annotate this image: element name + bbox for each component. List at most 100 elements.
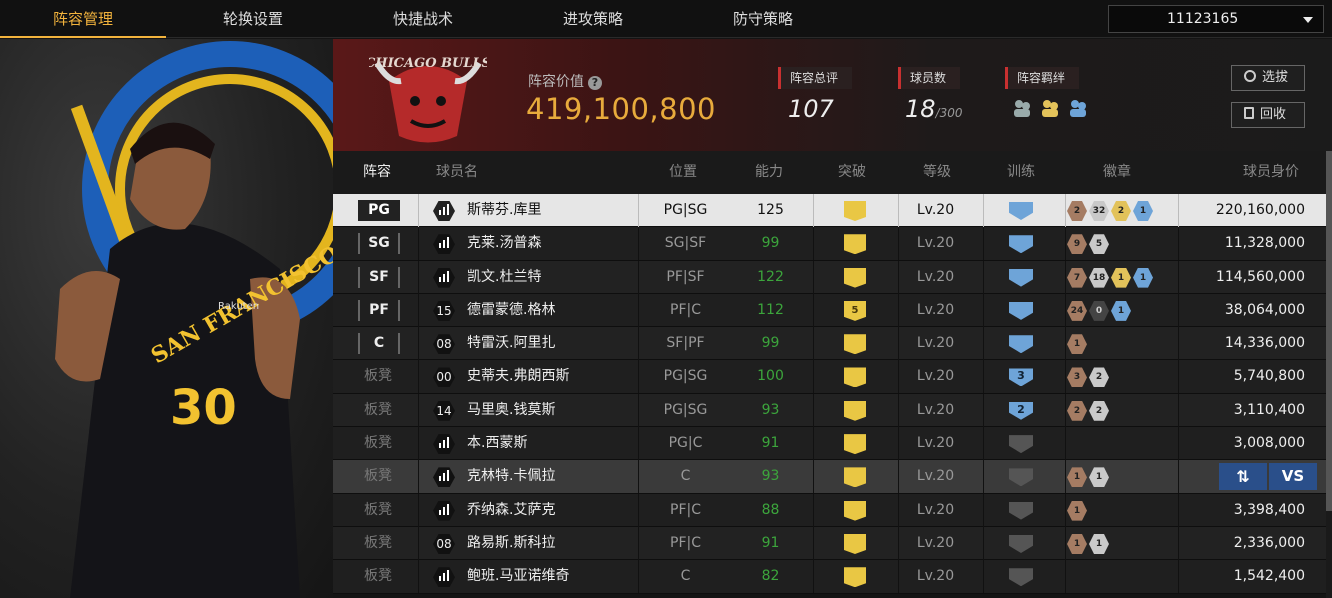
badge-icon[interactable]: 1 <box>1067 334 1087 355</box>
training-icon[interactable] <box>1009 301 1033 320</box>
swap-button[interactable]: ⇅ <box>1219 463 1267 491</box>
player-ability: 100 <box>757 368 784 385</box>
player-name[interactable]: 路易斯.斯科拉 <box>467 527 555 560</box>
training-icon[interactable] <box>1009 435 1033 454</box>
breakthrough-crown-icon[interactable] <box>844 434 866 455</box>
breakthrough-crown-icon[interactable] <box>844 201 866 221</box>
jersey-number-text: 30 <box>170 380 237 436</box>
training-icon[interactable] <box>1009 202 1033 220</box>
badge-icon[interactable]: 7 <box>1067 267 1087 288</box>
breakthrough-crown-icon[interactable] <box>844 267 866 288</box>
badge-icon[interactable]: 1 <box>1133 201 1153 221</box>
table-row[interactable]: 板凳 14 马里奥.钱莫斯 PG|SG 93 Lv.20 2 2 2 3,110,400 <box>333 393 1328 428</box>
breakthrough-crown-icon[interactable] <box>844 367 866 388</box>
badge-icon[interactable]: 2 <box>1067 201 1087 221</box>
badge-icon[interactable]: 24 <box>1067 300 1087 321</box>
bond-blue-icon[interactable] <box>1067 97 1089 119</box>
tab-quick-tactics[interactable]: 快捷战术 <box>340 0 506 38</box>
badge-icon[interactable]: 32 <box>1089 201 1109 221</box>
breakthrough-crown-icon[interactable] <box>844 567 866 588</box>
cell-divider <box>1178 393 1179 427</box>
badge-icon[interactable]: 1 <box>1067 500 1087 521</box>
badge-icon[interactable]: 2 <box>1067 400 1087 421</box>
cell-divider <box>1178 227 1179 261</box>
training-icon[interactable]: 2 <box>1009 401 1033 420</box>
badge-icon[interactable]: 1 <box>1111 300 1131 321</box>
tab-defense[interactable]: 防守策略 <box>680 0 846 38</box>
roster-table: 阵容 球员名 位置 能力 突破 等级 训练 徽章 球员身价 PG 斯蒂芬.库里 PG… <box>333 151 1328 594</box>
cell-divider <box>983 526 984 560</box>
badge-icon[interactable]: 1 <box>1089 467 1109 488</box>
badge-icon[interactable]: 2 <box>1089 367 1109 388</box>
player-name[interactable]: 斯蒂芬.库里 <box>467 194 541 227</box>
training-icon[interactable] <box>1009 568 1033 587</box>
table-header: 阵容 球员名 位置 能力 突破 等级 训练 徽章 球员身价 <box>333 151 1328 194</box>
badge-icon[interactable]: 2 <box>1111 201 1131 221</box>
breakthrough-crown-icon[interactable] <box>844 234 866 255</box>
table-row[interactable]: PF 15 德雷蒙德.格林 PF|C 112 5 Lv.20 24 0 1 38,064,000 <box>333 293 1328 328</box>
player-name[interactable]: 马里奥.钱莫斯 <box>467 394 555 427</box>
training-icon[interactable] <box>1009 501 1033 520</box>
breakthrough-crown-icon[interactable] <box>844 500 866 521</box>
table-row[interactable]: 板凳克林特.卡佩拉C93Lv.20116⇅VS <box>333 460 1328 494</box>
breakthrough-crown-icon[interactable] <box>844 400 866 421</box>
compare-button[interactable]: VS <box>1269 463 1317 491</box>
bond-gold-icon[interactable] <box>1039 97 1061 119</box>
training-icon[interactable] <box>1009 534 1033 553</box>
breakthrough-crown-icon[interactable] <box>844 533 866 554</box>
table-row[interactable]: PG 斯蒂芬.库里 PG|SG 125 Lv.20 2 32 2 1 220,160,000 <box>333 194 1328 228</box>
bond-silver-icon[interactable] <box>1011 97 1033 119</box>
table-row[interactable]: C 08 特雷沃.阿里扎 SF|PF 99 Lv.20 1 14,336,000 <box>333 327 1328 361</box>
player-ability: 82 <box>761 568 780 585</box>
badge-icon[interactable]: 5 <box>1089 234 1109 255</box>
player-name[interactable]: 凯文.杜兰特 <box>467 261 541 294</box>
badge-icon[interactable]: 0 <box>1089 300 1109 321</box>
badge-icon[interactable]: 1 <box>1133 267 1153 288</box>
select-button[interactable]: 选拔 <box>1231 65 1305 91</box>
player-name[interactable]: 本.西蒙斯 <box>467 427 527 460</box>
table-row[interactable]: 板凳 鲍班.马亚诺维奇 C 82 Lv.20 1,542,400 <box>333 560 1328 594</box>
breakthrough-crown-icon[interactable] <box>844 334 866 355</box>
breakthrough-crown-icon[interactable]: 5 <box>844 300 866 321</box>
lineup-value: 419,100,800 <box>526 92 716 126</box>
badge-icon[interactable]: 1 <box>1067 533 1087 554</box>
training-icon[interactable] <box>1009 268 1033 287</box>
player-name[interactable]: 克莱.汤普森 <box>467 227 541 260</box>
table-row[interactable]: SG 克莱.汤普森 SG|SF 99 Lv.20 9 5 11,328,000 <box>333 227 1328 261</box>
scrollbar-thumb[interactable] <box>1326 151 1332 511</box>
badge-icon[interactable]: 3 <box>1067 367 1087 388</box>
recycle-button[interactable]: 回收 <box>1231 102 1305 128</box>
training-icon[interactable] <box>1009 235 1033 254</box>
training-icon[interactable] <box>1009 468 1033 487</box>
badge-icon[interactable]: 1 <box>1111 267 1131 288</box>
cell-divider <box>1178 260 1179 294</box>
tab-offense[interactable]: 进攻策略 <box>510 0 676 38</box>
table-row[interactable]: 板凳 乔纳森.艾萨克 PF|C 88 Lv.20 1 3,398,400 <box>333 493 1328 527</box>
breakthrough-crown-icon[interactable] <box>844 467 866 488</box>
tab-lineup[interactable]: 阵容管理 <box>0 0 166 38</box>
player-name[interactable]: 特雷沃.阿里扎 <box>467 327 555 360</box>
account-select[interactable]: 11123165 <box>1108 5 1324 33</box>
player-name[interactable]: 德雷蒙德.格林 <box>467 294 555 327</box>
bond-icons[interactable] <box>1011 97 1089 119</box>
cell-divider <box>813 560 814 594</box>
player-name[interactable]: 鲍班.马亚诺维奇 <box>467 560 569 593</box>
table-row[interactable]: 板凳 08 路易斯.斯科拉 PF|C 91 Lv.20 1 1 2,336,000 <box>333 526 1328 561</box>
badge-icon[interactable]: 1 <box>1067 467 1087 488</box>
training-icon[interactable]: 3 <box>1009 368 1033 387</box>
badge-icon[interactable]: 2 <box>1089 400 1109 421</box>
table-row[interactable]: 板凳 00 史蒂夫.弗朗西斯 PG|SG 100 Lv.20 3 3 2 5,740,800 <box>333 360 1328 394</box>
team-logo-text: CHICAGO BULLS <box>369 56 487 71</box>
scrollbar[interactable] <box>1326 151 1332 598</box>
badge-icon[interactable]: 18 <box>1089 267 1109 288</box>
player-name[interactable]: 史蒂夫.弗朗西斯 <box>467 360 569 393</box>
player-name[interactable]: 乔纳森.艾萨克 <box>467 494 555 527</box>
badge-icon[interactable]: 1 <box>1089 533 1109 554</box>
tab-rotation[interactable]: 轮换设置 <box>170 0 336 38</box>
help-icon[interactable]: ? <box>588 76 602 90</box>
table-row[interactable]: SF 凯文.杜兰特 PF|SF 122 Lv.20 7 18 1 1 114,560,000 <box>333 260 1328 294</box>
badge-icon[interactable]: 9 <box>1067 234 1087 255</box>
training-icon[interactable] <box>1009 335 1033 354</box>
table-row[interactable]: 板凳 本.西蒙斯 PG|C 91 Lv.20 3,008,000 <box>333 427 1328 461</box>
player-name[interactable]: 克林特.卡佩拉 <box>467 460 555 493</box>
